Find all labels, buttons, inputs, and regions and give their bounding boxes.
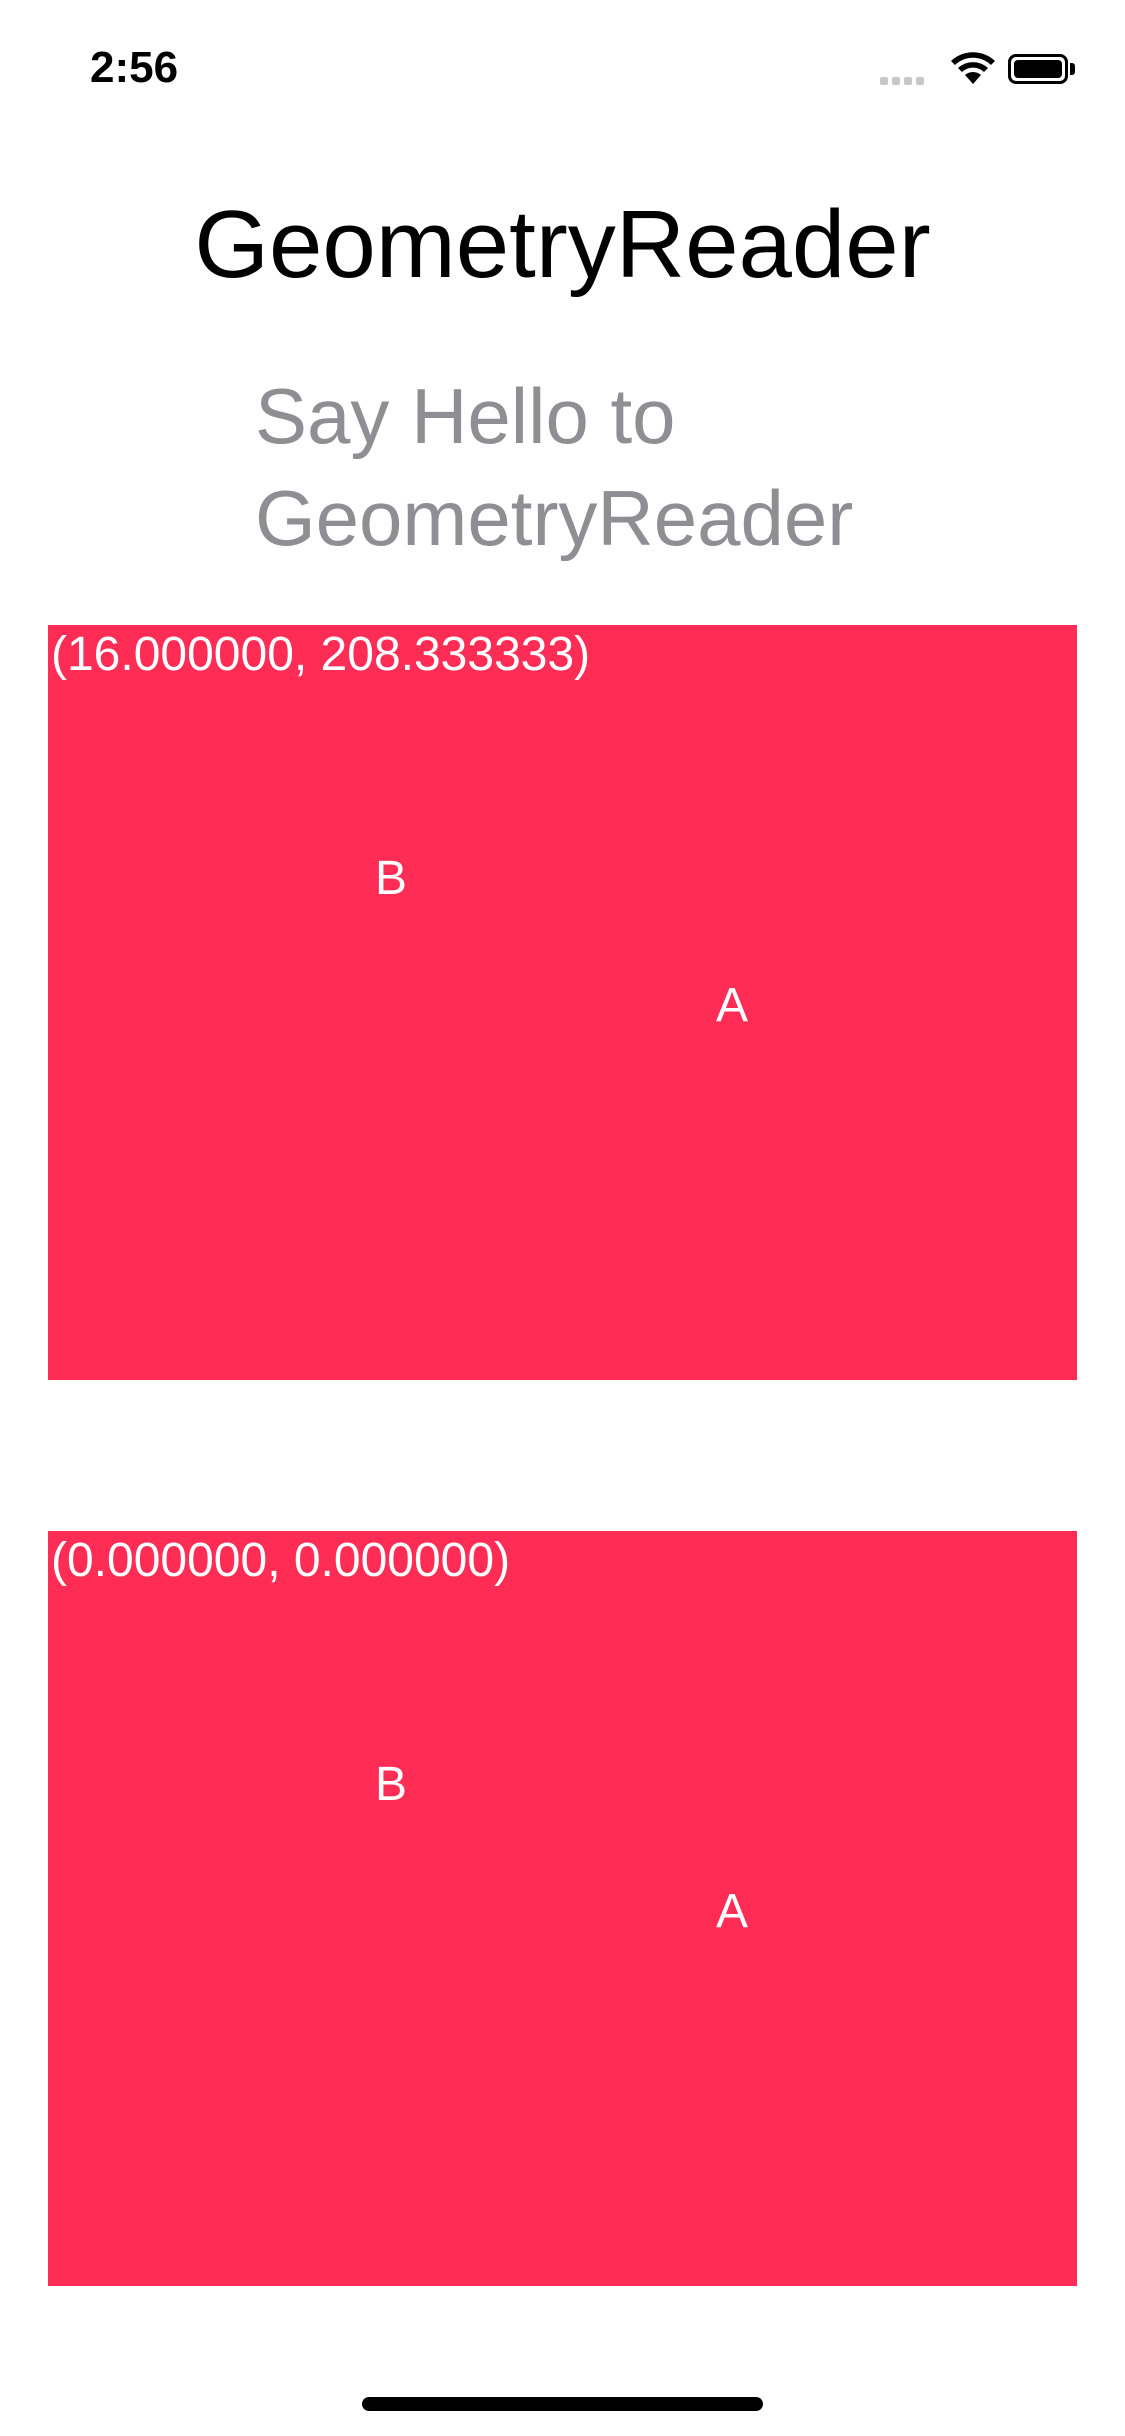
coordinate-label: (16.000000, 208.333333) <box>51 628 591 681</box>
label-a: A <box>716 1885 749 1938</box>
wifi-icon <box>950 50 996 86</box>
page-title: GeometryReader <box>194 191 931 298</box>
geometry-reader-box: (0.000000, 0.000000) B A <box>48 1531 1077 2286</box>
battery-icon <box>1008 54 1068 84</box>
cellular-signal-icon <box>880 72 930 85</box>
home-indicator[interactable] <box>362 2397 763 2411</box>
label-a: A <box>716 979 749 1032</box>
label-b: B <box>375 852 408 905</box>
subtitle: Say Hello to GeometryReader <box>255 372 854 562</box>
battery-level <box>1014 60 1062 78</box>
status-time: 2:56 <box>90 43 179 92</box>
geometry-reader-box: (16.000000, 208.333333) B A <box>48 625 1077 1380</box>
label-b: B <box>375 1758 408 1811</box>
coordinate-label: (0.000000, 0.000000) <box>51 1534 511 1587</box>
battery-cap <box>1070 63 1075 75</box>
